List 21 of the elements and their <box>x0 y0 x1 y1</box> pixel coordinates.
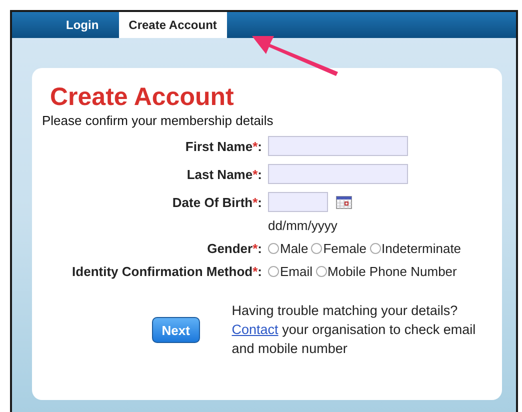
calendar-icon[interactable] <box>336 196 352 208</box>
date-format-hint: dd/mm/yyyy <box>268 218 338 233</box>
radio-option[interactable]: Indeterminate <box>370 241 462 256</box>
radio-option[interactable]: Male <box>268 241 308 256</box>
date-field[interactable] <box>268 192 328 212</box>
text-field[interactable] <box>268 136 408 156</box>
text-field[interactable] <box>268 164 408 184</box>
nav-tab[interactable]: Create Account <box>118 12 227 38</box>
field-label: Identity Confirmation Method*: <box>72 264 262 279</box>
field-label: Last Name*: <box>186 166 262 182</box>
radio-option[interactable]: Email <box>268 264 313 279</box>
subtitle-text: Please confirm your membership details <box>42 113 274 128</box>
nav-tab[interactable]: Login <box>56 12 109 38</box>
field-label: Date Of Birth*: <box>172 194 262 210</box>
page-title: Create Account <box>50 82 235 112</box>
radio-option[interactable]: Female <box>311 241 367 256</box>
contact-link[interactable]: Contact <box>232 322 278 337</box>
help-text: Having trouble matching your details? Contact your organisation to check email and mobile number <box>232 302 477 358</box>
field-label: Gender*: <box>207 241 262 256</box>
radio-option[interactable]: Mobile Phone Number <box>316 264 457 279</box>
field-label: First Name*: <box>185 138 262 154</box>
